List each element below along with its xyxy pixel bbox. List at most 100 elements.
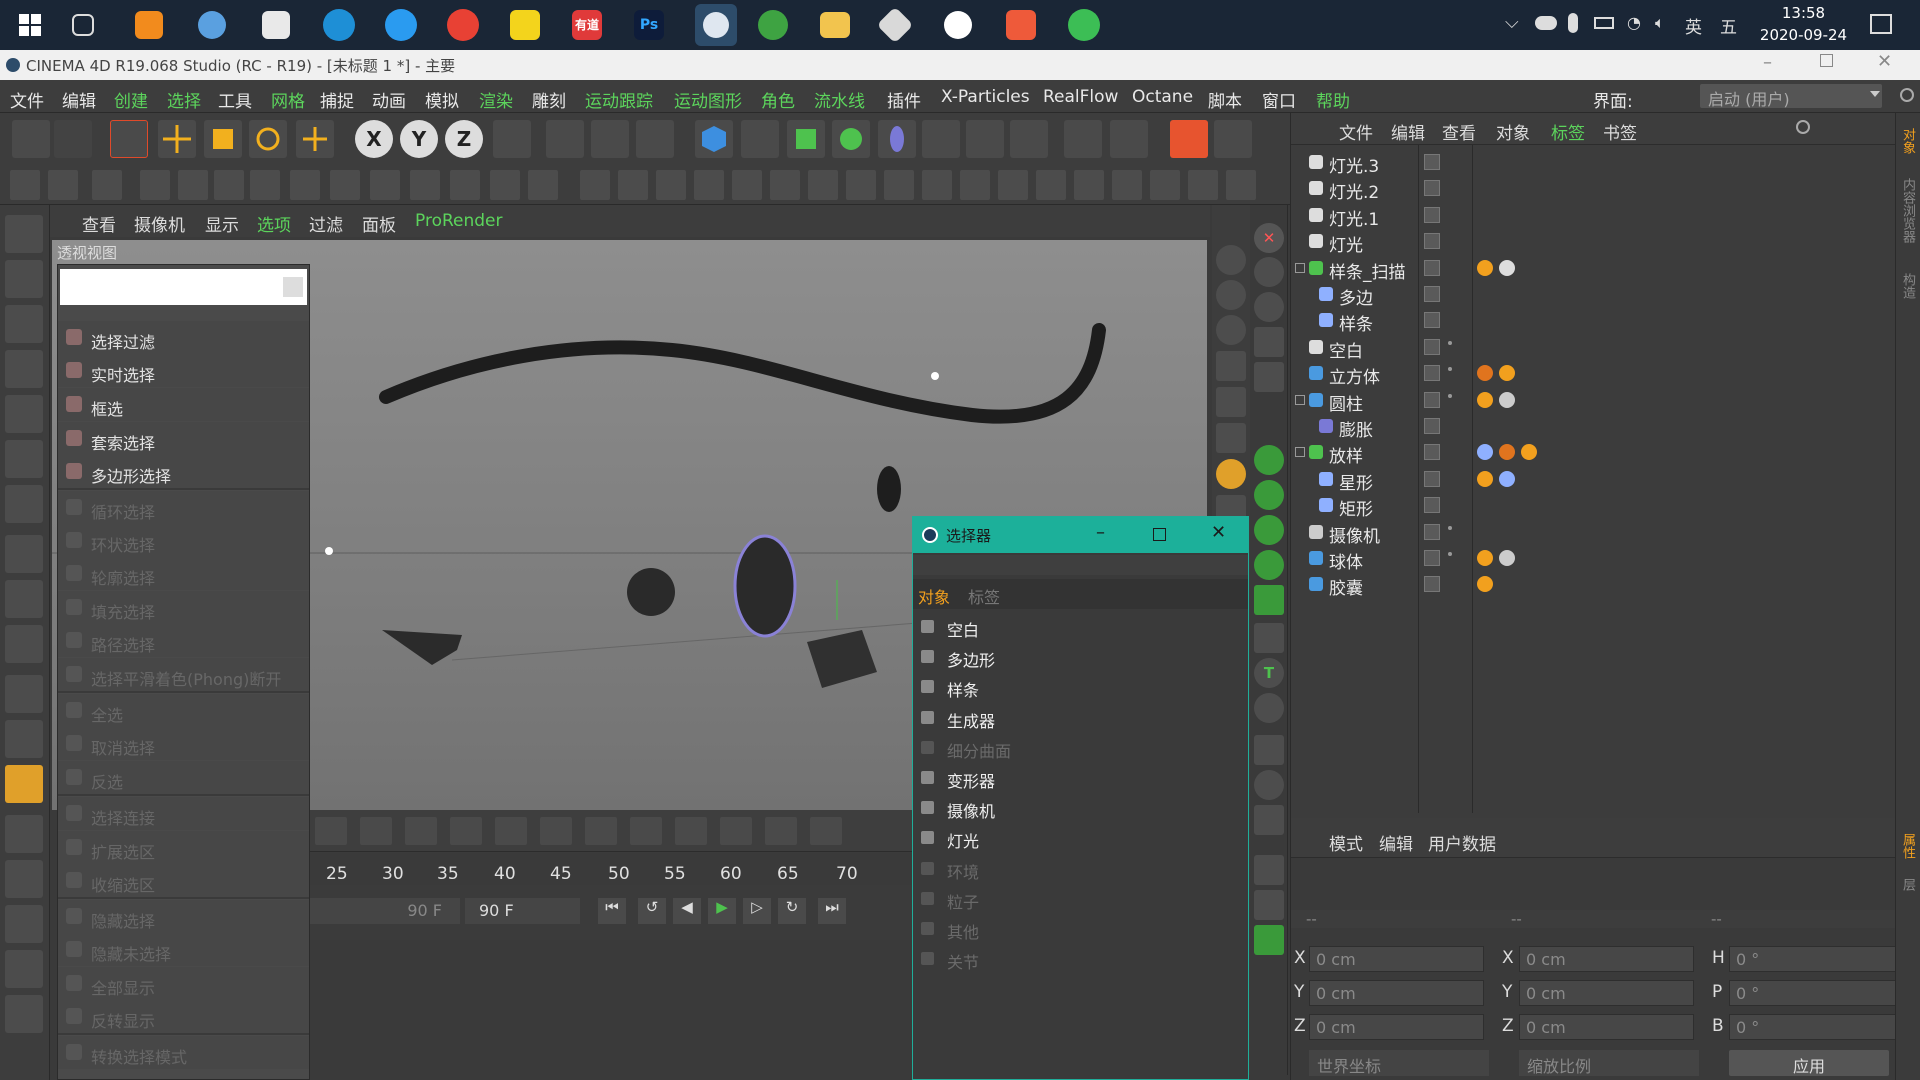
spline-mask-icon[interactable] (1254, 693, 1284, 723)
menu-12[interactable]: 运动图形 (674, 87, 742, 112)
left-tool-icon[interactable] (5, 580, 43, 618)
object-name[interactable]: 矩形 (1339, 495, 1373, 520)
toolbar2-tool-icon[interactable] (998, 170, 1028, 200)
object-tag-icon[interactable] (1499, 365, 1515, 382)
expand-collapse-icon[interactable] (1295, 394, 1305, 405)
left-tool-icon[interactable] (5, 995, 43, 1033)
object-name[interactable]: 放样 (1329, 442, 1363, 467)
floor-icon[interactable] (922, 120, 960, 158)
visibility-toggle[interactable] (1424, 497, 1440, 514)
subdivision-surface-icon[interactable] (787, 120, 825, 158)
toolbar2-tool-icon[interactable] (10, 170, 40, 200)
expand-collapse-icon[interactable] (1295, 447, 1305, 458)
toolbar2-tool-icon[interactable] (1188, 170, 1218, 200)
visibility-toggle[interactable] (1424, 206, 1440, 223)
menu-0[interactable]: 文件 (10, 87, 44, 112)
objmgr-menu-2[interactable]: 查看 (1442, 119, 1476, 144)
left-tool-icon[interactable] (5, 535, 43, 573)
expand-collapse-icon[interactable] (1295, 262, 1305, 273)
toolbar2-tool-icon[interactable] (808, 170, 838, 200)
toolbar2-tool-icon[interactable] (884, 170, 914, 200)
toolbar2-tool-icon[interactable] (846, 170, 876, 200)
selector-option[interactable]: 多边形 (921, 647, 995, 671)
wifi-icon[interactable]: ◔ (1627, 13, 1641, 32)
start-icon[interactable] (12, 7, 48, 43)
object-tag-icon[interactable] (1499, 470, 1515, 487)
visibility-toggle[interactable] (1424, 338, 1440, 355)
viewport-layout-icon[interactable] (1110, 120, 1148, 158)
selector-option[interactable]: 灯光 (921, 828, 979, 852)
coordinate-system-icon[interactable] (493, 120, 531, 158)
close-icon[interactable]: ✕ (1877, 51, 1892, 72)
visibility-toggle[interactable] (1424, 418, 1440, 434)
select-tool-icon[interactable] (110, 120, 148, 158)
visibility-toggle[interactable] (1424, 286, 1440, 302)
attr-menu-1[interactable]: 编辑 (1379, 830, 1413, 855)
left-tool-icon[interactable] (5, 860, 43, 898)
camera-icon[interactable] (966, 120, 1004, 158)
object-name[interactable]: 多边 (1339, 284, 1373, 309)
keyframe-tool-icon[interactable] (720, 817, 752, 845)
scale-tool-icon[interactable] (204, 120, 242, 158)
object-name[interactable]: 样条_扫描 (1329, 258, 1406, 283)
object-row[interactable]: 胶囊 (1291, 572, 1896, 599)
menu-11[interactable]: 运动跟踪 (585, 87, 653, 112)
menu-6[interactable]: 捕捉 (320, 87, 354, 112)
keyframe-tool-icon[interactable] (765, 817, 797, 845)
context-menu-item[interactable]: 套索选择 (58, 422, 309, 455)
disabled-dot-icon[interactable] (1448, 552, 1452, 556)
coord-input[interactable]: 0 cm (1309, 946, 1484, 972)
light-bulb-icon[interactable] (1010, 120, 1048, 158)
loop-back-icon[interactable]: ↺ (638, 898, 666, 924)
cloner-icon[interactable] (832, 120, 870, 158)
menu-14[interactable]: 流水线 (814, 87, 865, 112)
youdao-icon[interactable]: 有道 (572, 10, 602, 40)
notification-icon[interactable] (1870, 14, 1892, 34)
object-row[interactable]: 球体 (1291, 546, 1896, 573)
coord-input[interactable]: 0 cm (1519, 946, 1694, 972)
left-tool-icon[interactable] (5, 625, 43, 663)
loop-forward-icon[interactable]: ↻ (778, 898, 806, 924)
object-name[interactable]: 圆柱 (1329, 390, 1363, 415)
preview-end-field[interactable]: 90 F (305, 898, 460, 924)
checkbox[interactable] (921, 650, 934, 664)
tab-tags[interactable]: 标签 (968, 584, 1000, 608)
selector-option[interactable]: 摄像机 (921, 798, 995, 822)
toolbar2-tool-icon[interactable] (214, 170, 244, 200)
menu-20[interactable]: 窗口 (1262, 87, 1296, 112)
transform-tool-icon[interactable] (296, 120, 334, 158)
cloner-side-icon[interactable] (1254, 445, 1284, 475)
cloud-icon[interactable] (1535, 16, 1557, 30)
object-name[interactable]: 灯光.1 (1329, 205, 1379, 230)
battery-icon[interactable] (1594, 17, 1614, 29)
redo-icon[interactable] (54, 120, 92, 158)
object-row[interactable]: 星形 (1291, 467, 1896, 494)
visibility-toggle[interactable] (1424, 391, 1440, 408)
xyz-icon[interactable] (1254, 327, 1284, 357)
visibility-toggle[interactable] (1424, 523, 1440, 540)
c-app-icon[interactable] (1006, 10, 1036, 40)
menu-search-field[interactable] (60, 269, 307, 305)
viewport-menu-1[interactable]: 摄像机 (134, 211, 185, 236)
selector-option[interactable]: 生成器 (921, 708, 995, 732)
end-frame-field[interactable]: 90 F (465, 898, 580, 924)
cinema4d-icon[interactable] (695, 4, 737, 46)
toolbar2-tool-icon[interactable] (48, 170, 78, 200)
toolbar2-tool-icon[interactable] (370, 170, 400, 200)
objmgr-menu-1[interactable]: 编辑 (1391, 119, 1425, 144)
toolbar2-tool-icon[interactable] (178, 170, 208, 200)
object-tag-icon[interactable] (1477, 470, 1493, 487)
visibility-toggle[interactable] (1424, 180, 1440, 197)
render-view-icon[interactable] (546, 120, 584, 158)
menu-15[interactable]: 插件 (887, 87, 921, 112)
menu-4[interactable]: 工具 (218, 87, 252, 112)
measure-tool-icon[interactable] (1216, 351, 1246, 381)
ime-indicator[interactable]: 英 (1685, 13, 1702, 38)
coord-input[interactable]: 0 cm (1309, 980, 1484, 1006)
app-icon[interactable] (876, 6, 914, 44)
toolbar2-tool-icon[interactable] (922, 170, 952, 200)
matrix-icon[interactable] (1254, 585, 1284, 615)
menu-8[interactable]: 模拟 (425, 87, 459, 112)
checkbox[interactable] (921, 620, 934, 633)
tab-objects[interactable]: 对象 (918, 584, 950, 608)
